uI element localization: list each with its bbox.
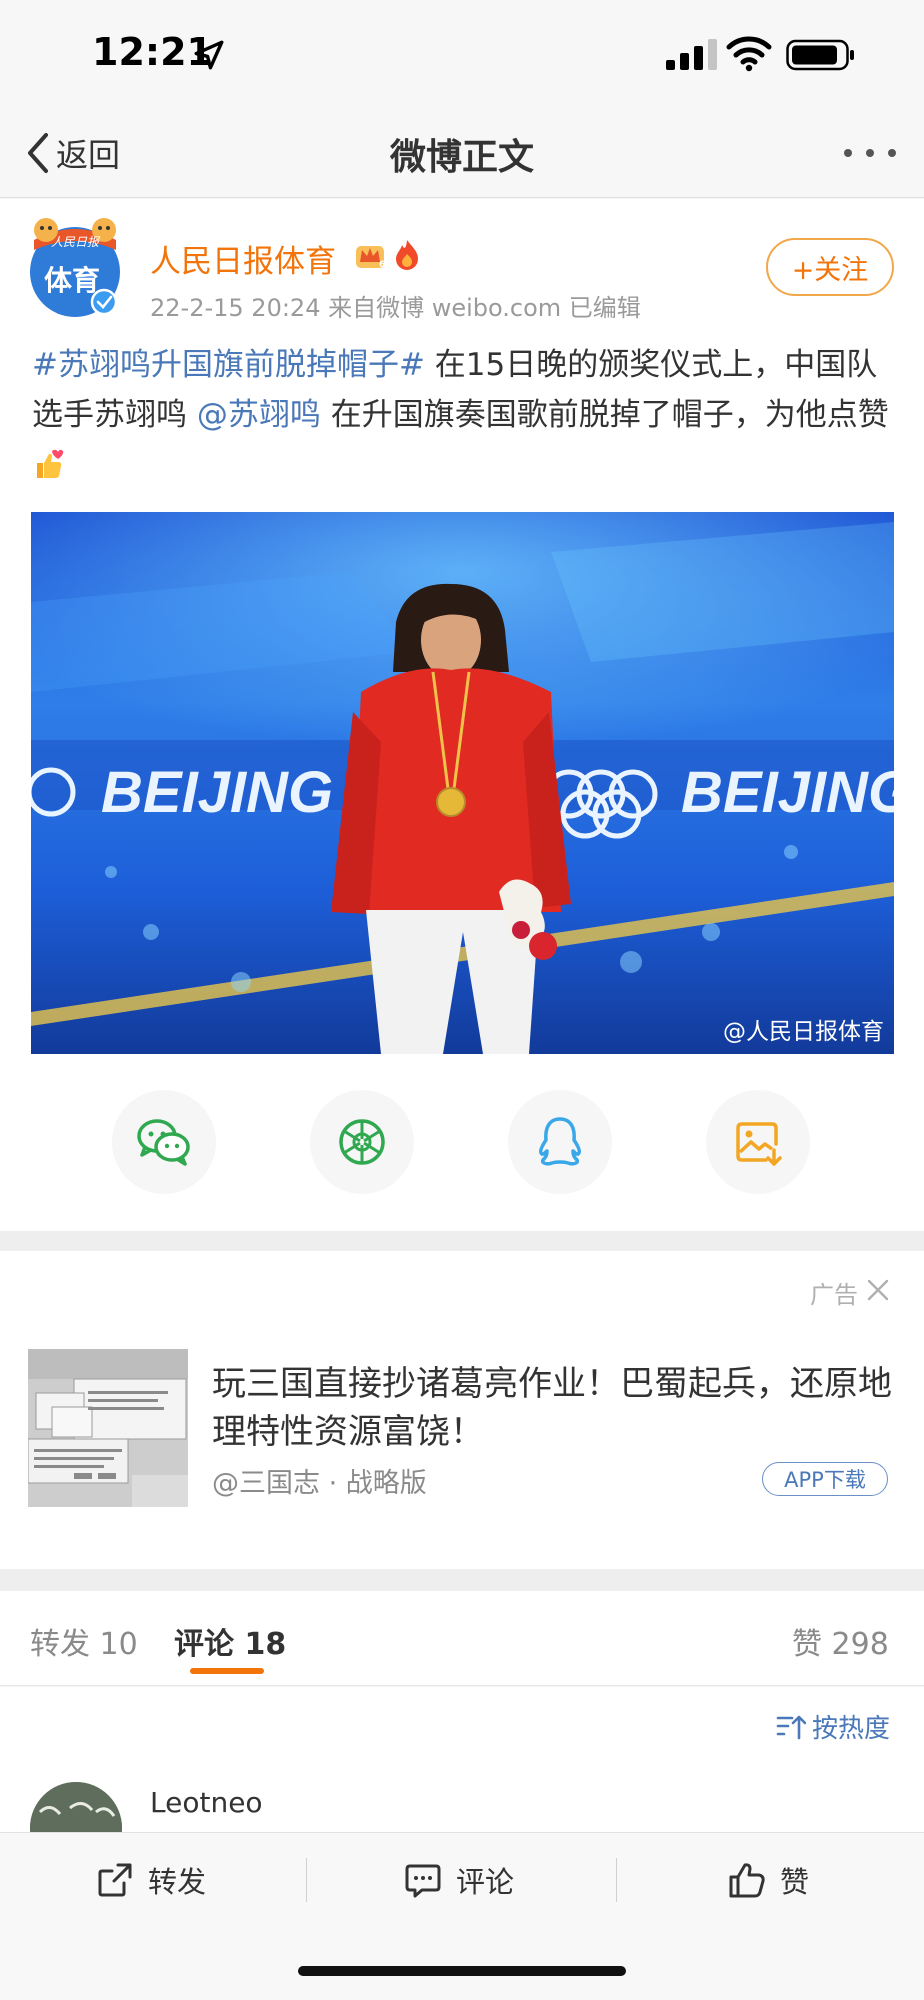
sort-label: 按热度 — [812, 1714, 891, 1744]
mention-link[interactable]: @苏翊鸣 — [197, 397, 321, 433]
topic-link[interactable]: #苏翊鸣升国旗前脱掉帽子# — [32, 347, 425, 383]
location-arrow-icon — [194, 40, 224, 70]
home-indicator — [298, 1966, 626, 1976]
page-title: 微博正文 — [389, 137, 534, 178]
cellular-signal-icon — [666, 39, 717, 70]
medal-ceremony-photo: BEIJING 2 BEIJING — [31, 512, 894, 1054]
banner-text-left: BEIJING 2 — [101, 760, 381, 825]
svg-text:6: 6 — [379, 260, 385, 270]
interaction-tabs: 转发 10 评论 18 赞 298 — [0, 1591, 924, 1686]
back-label: 返回 — [56, 136, 121, 174]
like-label: 赞 — [780, 1865, 810, 1899]
action-separator — [616, 1858, 617, 1902]
repost-label: 转发 — [148, 1865, 207, 1899]
fire-badge-icon — [396, 240, 418, 270]
ad-title[interactable]: 玩三国直接抄诸葛亮作业！巴蜀起兵，还原地理特性资源富饶！ — [212, 1360, 902, 1456]
post-meta: 22-2-15 20:24 来自微博 weibo.com 已编辑 — [150, 294, 641, 322]
wifi-icon — [726, 36, 772, 72]
comment-button[interactable]: 评论 — [404, 1858, 514, 1902]
active-tab-indicator — [190, 1668, 264, 1674]
more-icon[interactable] — [840, 138, 900, 168]
chevron-left-icon — [28, 133, 48, 173]
avatar-top-text: 人民日报 — [51, 235, 101, 249]
tab-comments[interactable]: 评论 18 — [174, 1619, 286, 1663]
comment-icon — [405, 1864, 441, 1898]
section-divider — [0, 1569, 924, 1591]
author-avatar[interactable]: 人民日报 体育 — [28, 210, 122, 320]
save-image-icon — [736, 1122, 782, 1166]
share-moments-button[interactable] — [310, 1090, 414, 1194]
like-button[interactable]: 赞 — [728, 1858, 809, 1902]
navigation-bar: 返回 微博正文 — [0, 110, 924, 198]
ad-screenshot-image — [28, 1349, 188, 1507]
qq-icon — [539, 1117, 581, 1166]
status-bar: 12:21 — [0, 0, 924, 110]
commenter-name[interactable]: Leotneo — [150, 1786, 263, 1819]
share-wechat-button[interactable] — [112, 1090, 216, 1194]
repost-button[interactable]: 转发 — [96, 1858, 206, 1902]
ad-thumbnail[interactable] — [28, 1349, 188, 1507]
ad-label: 广告 — [810, 1281, 858, 1309]
tab-reposts[interactable]: 转发 10 — [30, 1619, 138, 1663]
thumbs-up-icon — [729, 1863, 765, 1898]
sort-by-hot-button[interactable]: 按热度 — [776, 1708, 890, 1745]
close-icon[interactable] — [866, 1278, 890, 1302]
wechat-icon — [137, 1119, 190, 1166]
tab-likes[interactable]: 赞 298 — [792, 1619, 889, 1663]
banner-text-right: BEIJING — [681, 760, 894, 825]
comment-label: 评论 — [456, 1865, 515, 1899]
back-button[interactable]: 返回 — [24, 128, 120, 178]
action-separator — [306, 1858, 307, 1902]
follow-button[interactable]: +关注 — [766, 238, 894, 296]
repost-icon — [98, 1863, 132, 1897]
post-image[interactable]: BEIJING 2 BEIJING @人民日报体育 — [31, 512, 894, 1054]
avatar-text: 体育 — [44, 264, 100, 297]
ad-source: @三国志 · 战略版 — [212, 1468, 427, 1499]
battery-icon — [786, 39, 854, 71]
section-divider — [0, 1231, 924, 1251]
save-image-button[interactable] — [706, 1090, 810, 1194]
author-name[interactable]: 人民日报体育 — [150, 236, 336, 281]
moments-icon — [339, 1119, 385, 1165]
sort-icon — [776, 1715, 806, 1739]
thumbs-up-emoji-icon — [37, 449, 64, 478]
share-qq-button[interactable] — [508, 1090, 612, 1194]
post-text: #苏翊鸣升国旗前脱掉帽子# 在15日晚的颁奖仪式上，中国队选手苏翊鸣 @苏翊鸣 … — [32, 340, 898, 490]
app-download-button[interactable]: APP下载 — [762, 1462, 888, 1496]
image-watermark: @人民日报体育 — [723, 1019, 884, 1045]
post-text-part2: 在升国旗奏国歌前脱掉了帽子，为他点赞 — [320, 397, 889, 433]
crown-badge-icon: 6 — [356, 246, 385, 270]
